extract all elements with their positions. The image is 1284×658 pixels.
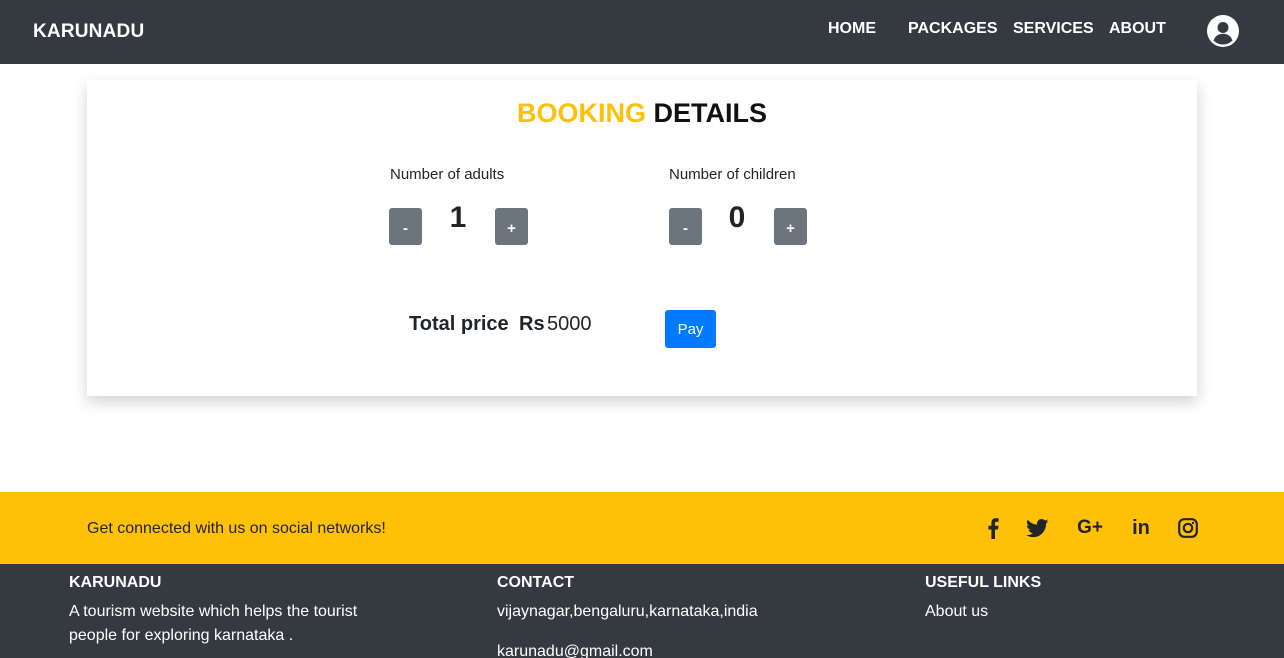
linkedin-icon[interactable]: in — [1130, 516, 1152, 540]
nav-link-packages[interactable]: PACKAGES — [908, 20, 998, 38]
social-text: Get connected with us on social networks… — [87, 520, 386, 537]
children-count: 0 — [728, 201, 746, 234]
instagram-icon[interactable] — [1177, 516, 1199, 540]
booking-title-rest: DETAILS — [653, 98, 768, 128]
facebook-icon[interactable] — [985, 516, 1001, 540]
footer-contact-heading: CONTACT — [497, 574, 575, 591]
navbar: KARUNADU HOME PACKAGES SERVICES ABOUT — [0, 0, 1284, 64]
footer-email[interactable]: karunadu@gmail.com — [497, 640, 653, 658]
footer-link-about-us[interactable]: About us — [925, 600, 988, 624]
booking-title: BOOKING DETAILS — [87, 98, 1197, 129]
total-price-label: Total price — [409, 313, 509, 335]
google-plus-icon[interactable]: G+ — [1076, 516, 1104, 540]
footer-address: vijaynagar,bengaluru,karnataka,india — [497, 603, 758, 620]
currency-label: Rs — [519, 313, 545, 335]
nav-link-services[interactable]: SERVICES — [1013, 20, 1094, 38]
adults-label: Number of adults — [390, 166, 505, 183]
children-label: Number of children — [669, 166, 796, 183]
brand-logo[interactable]: KARUNADU — [33, 21, 144, 43]
user-circle-icon[interactable] — [1207, 15, 1239, 47]
adults-increment-button[interactable]: + — [495, 208, 528, 245]
total-price-value: 5000 — [547, 313, 592, 335]
children-increment-button[interactable]: + — [774, 208, 807, 245]
booking-title-highlight: BOOKING — [516, 98, 646, 128]
nav-link-about[interactable]: ABOUT — [1109, 20, 1166, 38]
footer-brand-heading: KARUNADU — [69, 574, 162, 591]
footer: KARUNADU A tourism website which helps t… — [0, 564, 1284, 658]
twitter-icon[interactable] — [1025, 516, 1049, 540]
social-bar: Get connected with us on social networks… — [0, 492, 1284, 564]
nav-link-home[interactable]: HOME — [828, 20, 876, 38]
footer-links-heading: USEFUL LINKS — [925, 574, 1042, 591]
adults-count: 1 — [449, 201, 467, 234]
pay-button[interactable]: Pay — [665, 310, 716, 348]
children-decrement-button[interactable]: - — [669, 208, 702, 245]
adults-decrement-button[interactable]: - — [389, 208, 422, 245]
booking-card: BOOKING DETAILS Number of adults - 1 + N… — [87, 80, 1197, 396]
footer-description: A tourism website which helps the touris… — [69, 603, 358, 644]
